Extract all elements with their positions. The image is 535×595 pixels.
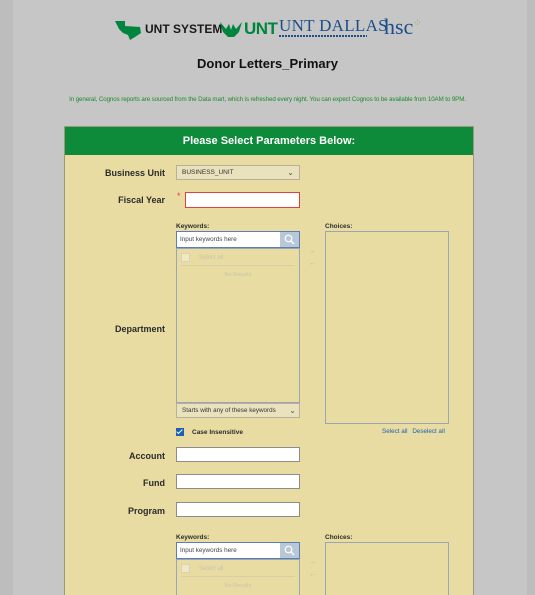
case-insensitive-label: Case Insensitive (192, 428, 243, 436)
unt-logo: UNT (220, 19, 278, 39)
program-label: Program (127, 506, 165, 516)
program-select-all[interactable]: Select all (181, 564, 223, 573)
required-icon: * (177, 191, 181, 201)
business-unit-value: BUSINESS_UNIT (182, 169, 234, 176)
no-results-text: No Results (224, 272, 252, 278)
fund-label: Fund (143, 478, 165, 488)
account-input[interactable] (176, 447, 300, 462)
choices-deselect-all-link[interactable]: Deselect all (412, 428, 445, 435)
search-icon (284, 545, 295, 556)
department-results-list[interactable]: Select all No Results (176, 248, 300, 403)
arrow-right-icon[interactable]: → (309, 559, 316, 566)
unt-system-text: UNT SYSTEM (145, 22, 223, 36)
department-search-input[interactable]: Input keywords here (176, 231, 300, 248)
keyword-match-select[interactable]: Starts with any of these keywords ⌄ (176, 403, 300, 418)
hsc-text: hsc (384, 14, 414, 39)
chevron-down-icon: ⌄ (287, 168, 294, 177)
logo-bar: UNT SYSTEM UNT UNT DALLAS hsc ⁘ (0, 14, 535, 50)
account-label: Account (129, 451, 165, 461)
panel-header: Please Select Parameters Below: (65, 127, 473, 155)
right-frame (527, 0, 535, 595)
case-insensitive-checkbox[interactable] (176, 428, 184, 436)
select-all-checkbox[interactable] (181, 253, 190, 262)
select-all-label: Select all (199, 254, 224, 261)
search-icon (284, 234, 295, 245)
department-search-placeholder: Input keywords here (180, 236, 237, 243)
business-unit-label: Business Unit (104, 168, 165, 178)
availability-notice: In general, Cognos reports are sourced f… (69, 96, 466, 103)
choices-select-all-link[interactable]: Select all (382, 428, 408, 435)
arrow-right-icon[interactable]: → (309, 248, 316, 255)
program-choices-label: Choices: (325, 534, 353, 541)
program-results-list[interactable]: Select all No Results (176, 559, 300, 595)
arrow-left-icon[interactable]: ← (309, 571, 316, 578)
chevron-down-icon: ⌄ (288, 404, 296, 417)
unt-text: UNT (244, 19, 278, 38)
page-title: Donor Letters_Primary (197, 56, 338, 71)
department-search-button[interactable] (280, 232, 299, 247)
left-frame (0, 0, 13, 595)
unt-dallas-text: UNT DALLAS (279, 16, 388, 35)
fiscal-year-input[interactable] (185, 192, 300, 208)
program-search-placeholder: Input keywords here (180, 547, 237, 554)
list-divider (181, 576, 295, 577)
department-keywords-label: Keywords: (176, 223, 210, 230)
hsc-dots-icon: ⁘ (413, 17, 422, 29)
parameters-panel: Please Select Parameters Below: Business… (64, 126, 474, 595)
no-results-text: No Results (224, 583, 252, 589)
fiscal-year-label: Fiscal Year (118, 195, 165, 205)
eagle-icon (220, 22, 242, 37)
hsc-logo: hsc ⁘ (384, 14, 422, 40)
business-unit-select[interactable]: BUSINESS_UNIT ⌄ (176, 165, 300, 180)
department-choices-label: Choices: (325, 223, 353, 230)
program-search-input[interactable]: Input keywords here (176, 542, 300, 559)
report-prompt-page: UNT SYSTEM UNT UNT DALLAS hsc ⁘ Donor Let… (0, 0, 535, 595)
department-label: Department (114, 324, 165, 334)
program-input[interactable] (176, 502, 300, 517)
fund-input[interactable] (176, 474, 300, 489)
texas-icon (115, 21, 141, 40)
keyword-match-value: Starts with any of these keywords (182, 407, 276, 414)
select-all-label: Select all (199, 565, 224, 572)
list-divider (181, 265, 295, 266)
choices-actions: Select all Deselect all (382, 428, 448, 435)
department-choices-list[interactable] (325, 231, 449, 424)
program-search-button[interactable] (280, 543, 299, 558)
unt-system-logo: UNT SYSTEM (113, 18, 222, 40)
department-select-all[interactable]: Select all (181, 253, 223, 262)
unt-dallas-subline (279, 35, 367, 37)
unt-dallas-logo: UNT DALLAS (279, 16, 388, 37)
arrow-left-icon[interactable]: ← (309, 260, 316, 267)
program-choices-list[interactable] (325, 542, 449, 595)
case-insensitive-option[interactable]: Case Insensitive (176, 428, 243, 436)
select-all-checkbox[interactable] (181, 564, 190, 573)
program-keywords-label: Keywords: (176, 534, 210, 541)
